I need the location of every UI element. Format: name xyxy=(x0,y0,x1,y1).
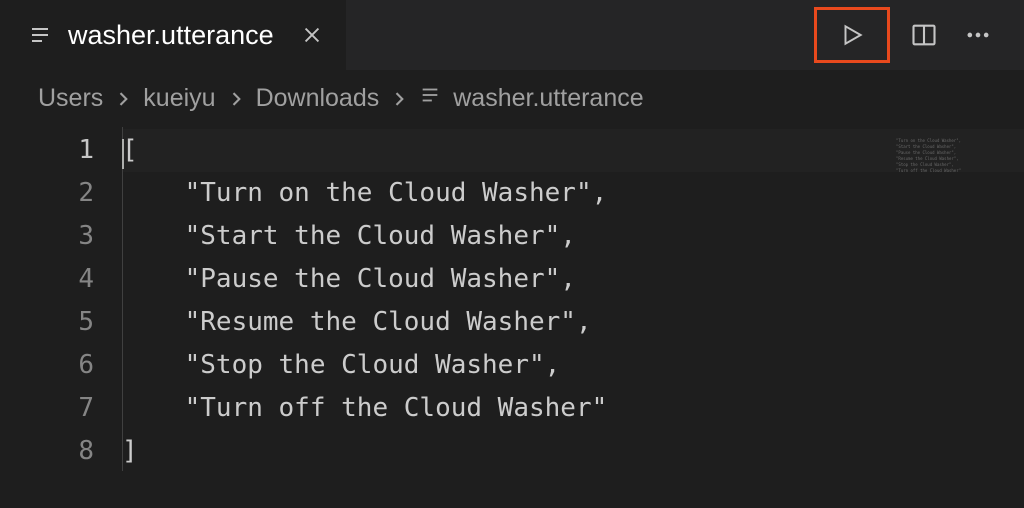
code-line: "Turn on the Cloud Washer", xyxy=(122,172,1024,215)
split-editor-button[interactable] xyxy=(904,15,944,55)
tab-actions xyxy=(814,7,1024,63)
line-number-gutter: 1 2 3 4 5 6 7 8 xyxy=(0,127,122,473)
chevron-right-icon xyxy=(113,89,133,109)
line-number: 5 xyxy=(78,301,94,344)
line-number: 3 xyxy=(78,215,94,258)
breadcrumb-filename: washer.utterance xyxy=(453,84,643,113)
code-line: ] xyxy=(122,430,1024,473)
tab-bar: washer.utterance xyxy=(0,0,1024,70)
code-line: [ xyxy=(122,129,1024,172)
run-button-highlight xyxy=(814,7,890,63)
line-number: 8 xyxy=(78,430,94,473)
more-actions-button[interactable] xyxy=(958,15,998,55)
minimap[interactable]: "Turn on the Cloud Washer", "Start the C… xyxy=(896,138,1016,198)
line-number: 1 xyxy=(78,129,94,172)
line-number: 2 xyxy=(78,172,94,215)
code-line: "Resume the Cloud Washer", xyxy=(122,301,1024,344)
breadcrumb-segment[interactable]: Users xyxy=(38,84,103,113)
file-icon xyxy=(419,84,441,113)
editor-area[interactable]: 1 2 3 4 5 6 7 8 [ "Turn on the Cloud Was… xyxy=(0,127,1024,473)
run-button[interactable] xyxy=(833,16,871,54)
close-icon[interactable] xyxy=(298,21,326,49)
breadcrumb-segment[interactable]: Downloads xyxy=(256,84,380,113)
breadcrumb[interactable]: Users kueiyu Downloads washer.utterance xyxy=(0,70,1024,127)
minimap-line: "Turn off the Cloud Washer" xyxy=(896,168,1016,174)
line-number: 7 xyxy=(78,387,94,430)
line-number: 6 xyxy=(78,344,94,387)
breadcrumb-segment[interactable]: kueiyu xyxy=(143,84,215,113)
tab-filename: washer.utterance xyxy=(68,20,274,51)
chevron-right-icon xyxy=(389,89,409,109)
code-line: "Turn off the Cloud Washer" xyxy=(122,387,1024,430)
code-line: "Pause the Cloud Washer", xyxy=(122,258,1024,301)
breadcrumb-file[interactable]: washer.utterance xyxy=(419,84,643,113)
code-line: "Stop the Cloud Washer", xyxy=(122,344,1024,387)
code-content[interactable]: [ "Turn on the Cloud Washer", "Start the… xyxy=(122,127,1024,473)
editor-tab[interactable]: washer.utterance xyxy=(0,0,346,70)
indent-guide xyxy=(122,127,123,471)
file-icon xyxy=(28,23,52,47)
chevron-right-icon xyxy=(226,89,246,109)
line-number: 4 xyxy=(78,258,94,301)
code-line: "Start the Cloud Washer", xyxy=(122,215,1024,258)
text-cursor xyxy=(122,139,124,169)
